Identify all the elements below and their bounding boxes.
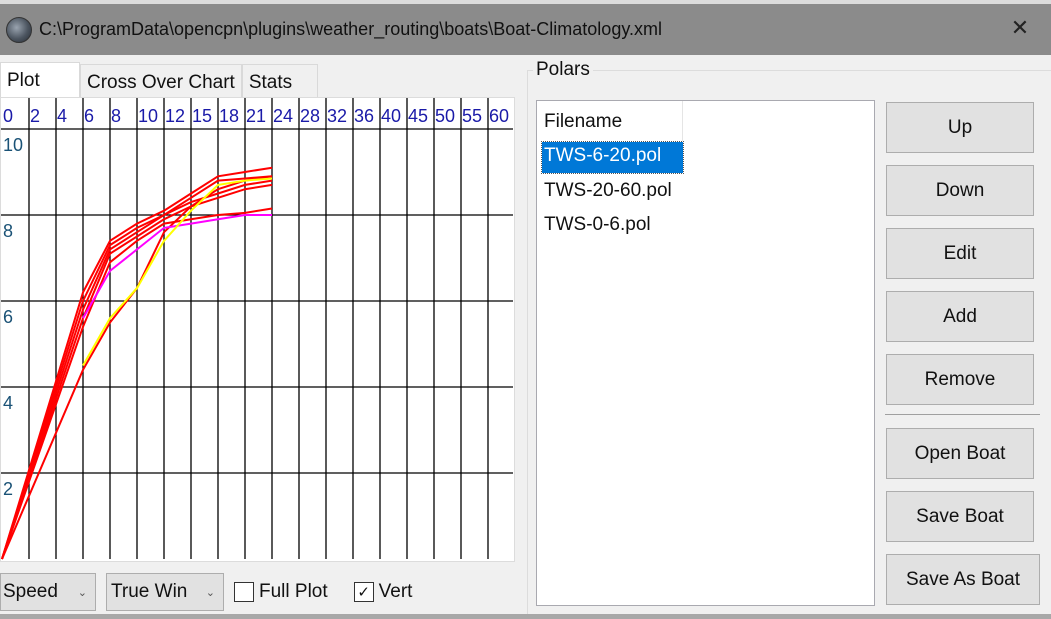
x-tick-label: 12 (165, 106, 185, 126)
x-tick-label: 36 (354, 106, 374, 126)
x-tick-label: 45 (408, 106, 428, 126)
plot-controls: Speed ⌄ True Win ⌄ Full Plot ✓ Vert (0, 573, 412, 611)
x-tick-label: 15 (192, 106, 212, 126)
y-tick-label: 10 (3, 135, 23, 155)
checkmark-icon: ✓ (357, 583, 370, 601)
x-tick-label: 50 (435, 106, 455, 126)
list-item[interactable]: TWS-0-6.pol (542, 211, 683, 242)
polars-list[interactable]: Filename TWS-6-20.pol TWS-20-60.pol TWS-… (536, 100, 875, 606)
x-tick-label: 32 (327, 106, 347, 126)
add-button[interactable]: Add (886, 291, 1034, 342)
variable-combo-value: Speed (3, 581, 58, 602)
full-plot-label: Full Plot (259, 581, 328, 602)
taskbar-strip (0, 614, 1051, 619)
list-item[interactable]: TWS-20-60.pol (542, 177, 683, 208)
save-boat-button[interactable]: Save Boat (886, 491, 1034, 542)
down-button[interactable]: Down (886, 165, 1034, 216)
x-tick-label: 6 (84, 106, 94, 126)
globe-icon (6, 16, 32, 43)
tab-stats[interactable]: Stats (241, 64, 318, 98)
x-tick-label: 28 (300, 106, 320, 126)
x-tick-label: 2 (30, 106, 40, 126)
x-tick-label: 21 (246, 106, 266, 126)
y-tick-label: 8 (3, 221, 13, 241)
series-line-magenta (82, 214, 272, 319)
vert-checkbox[interactable]: ✓ Vert (353, 581, 413, 603)
tab-cross-over-chart[interactable]: Cross Over Chart (80, 64, 242, 98)
chevron-down-icon: ⌄ (77, 586, 87, 599)
x-tick-label: 10 (138, 106, 158, 126)
polars-group-label: Polars (533, 59, 593, 81)
close-button[interactable]: ✕ (1007, 16, 1033, 42)
x-tick-label: 0 (3, 106, 13, 126)
up-button[interactable]: Up (886, 102, 1034, 153)
tab-plot[interactable]: Plot (0, 62, 80, 100)
x-tick-label: 55 (462, 106, 482, 126)
wind-combo-value: True Win (111, 581, 188, 602)
save-as-boat-button[interactable]: Save As Boat (886, 554, 1040, 605)
x-tick-label: 4 (57, 106, 67, 126)
polar-plot-svg: 0 2 4 6 8 10 12 15 18 21 24 28 32 36 40 45 50 55 60108642 (1, 98, 513, 560)
wind-combo[interactable]: True Win ⌄ (106, 573, 224, 611)
x-tick-label: 40 (381, 106, 401, 126)
title-bar: C:\ProgramData\opencpn\plugins\weather_r… (0, 4, 1051, 55)
vert-box[interactable]: ✓ (353, 582, 374, 602)
vert-label: Vert (378, 581, 413, 602)
x-tick-label: 60 (489, 106, 509, 126)
y-tick-label: 2 (3, 479, 13, 499)
window-title: C:\ProgramData\opencpn\plugins\weather_r… (39, 19, 662, 39)
y-tick-label: 6 (3, 307, 13, 327)
separator (885, 414, 1040, 415)
x-tick-label: 24 (273, 106, 293, 126)
full-plot-box[interactable] (234, 582, 254, 602)
polar-plot[interactable]: 0 2 4 6 8 10 12 15 18 21 24 28 32 36 40 45 50 55 60 10 8 6 4 2 (0, 97, 515, 562)
list-item[interactable]: TWS-6-20.pol (541, 141, 684, 174)
chevron-down-icon: ⌄ (205, 586, 215, 599)
x-tick-label: 18 (219, 106, 239, 126)
variable-combo[interactable]: Speed ⌄ (0, 573, 96, 611)
full-plot-checkbox[interactable]: Full Plot (234, 581, 328, 603)
y-tick-label: 4 (3, 393, 13, 413)
x-tick-label: 8 (111, 106, 121, 126)
edit-button[interactable]: Edit (886, 228, 1034, 279)
column-header-filename[interactable]: Filename (537, 101, 683, 141)
tab-bar: Plot Cross Over Chart Stats (0, 62, 318, 100)
open-boat-button[interactable]: Open Boat (886, 428, 1034, 479)
close-icon: ✕ (1010, 16, 1030, 41)
remove-button[interactable]: Remove (886, 354, 1034, 405)
